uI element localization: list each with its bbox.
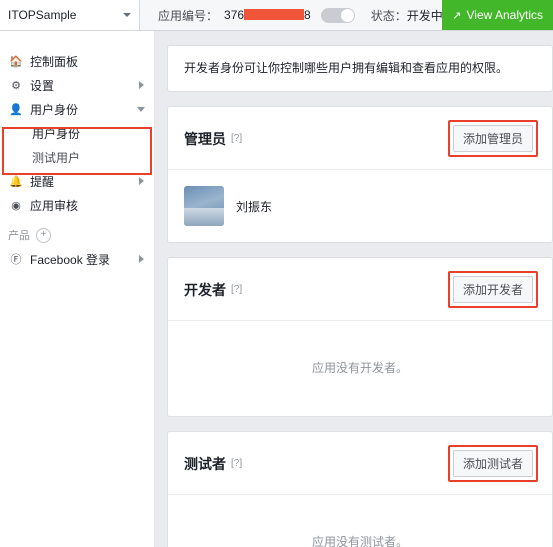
view-analytics-button[interactable]: ↗ View Analytics — [442, 0, 553, 30]
sidebar-item-label: 用户身份 — [30, 102, 79, 117]
app-id: 应用编号： 376 8 — [158, 7, 355, 24]
section-testers-header: 测试者 [?] 添加测试者 — [168, 432, 552, 495]
add-developer-button-wrapper: 添加开发者 — [447, 271, 538, 308]
top-bar: ITOPSample 应用编号： 376 8 状态：开发中 ↗ View Anal… — [0, 0, 553, 31]
section-developers-body: 应用没有开发者。 — [168, 321, 552, 416]
app-selector[interactable]: ITOPSample — [0, 0, 140, 30]
home-icon: 🏠 — [9, 55, 23, 68]
help-icon[interactable]: [?] — [231, 284, 242, 295]
plus-circle-icon[interactable]: + — [36, 227, 51, 243]
sidebar-item-facebook-login[interactable]: Ⓕ Facebook 登录 — [0, 247, 154, 271]
chevron-right-icon — [139, 255, 144, 263]
add-tester-button-wrapper: 添加测试者 — [447, 445, 538, 482]
app-status: 状态：开发中 — [371, 7, 443, 24]
app-mode-toggle[interactable] — [320, 7, 355, 23]
status-label: 状态： — [370, 8, 407, 23]
section-title: 开发者 — [184, 281, 226, 298]
sidebar-subitem-label: 测试用户 — [32, 150, 81, 165]
add-tester-button[interactable]: 添加测试者 — [452, 450, 533, 477]
sidebar-item-roles[interactable]: 👤 用户身份 — [0, 97, 154, 121]
section-admins-header: 管理员 [?] 添加管理员 — [168, 107, 552, 170]
app-id-label: 应用编号： — [158, 8, 219, 23]
sidebar-item-label: 控制面板 — [30, 54, 79, 69]
sidebar-products-label: 产品 — [8, 230, 30, 242]
sidebar-item-label: 设置 — [30, 78, 55, 93]
section-developers: 开发者 [?] 添加开发者 应用没有开发者。 — [167, 257, 553, 417]
add-admin-button-wrapper: 添加管理员 — [447, 120, 538, 157]
bell-icon: 🔔 — [9, 175, 23, 188]
add-developer-button[interactable]: 添加开发者 — [452, 276, 533, 303]
sidebar-item-settings[interactable]: ⚙ 设置 — [0, 73, 154, 97]
sidebar-item-alerts[interactable]: 🔔 提醒 — [0, 169, 154, 193]
help-icon[interactable]: [?] — [231, 133, 242, 144]
sidebar-item-label: 应用审核 — [30, 198, 79, 213]
toggle-knob — [340, 8, 354, 22]
facebook-icon: Ⓕ — [10, 254, 22, 266]
section-title: 测试者 — [184, 455, 226, 472]
main-content: 开发者身份可让你控制哪些用户拥有编辑和查看应用的权限。 管理员 [?] 添加管理… — [155, 31, 553, 547]
sidebar-item-label: 提醒 — [30, 174, 55, 189]
clipboard-icon: ◉ — [11, 199, 21, 212]
avatar — [184, 186, 224, 226]
status-value: 开发中 — [406, 8, 443, 23]
chevron-right-icon — [139, 81, 144, 89]
gear-icon: ⚙ — [11, 79, 21, 92]
section-testers-body: 应用没有测试者。 — [168, 495, 552, 547]
sidebar-subitem-roles[interactable]: 用户身份 — [0, 121, 154, 145]
developers-empty-text: 应用没有开发者。 — [311, 361, 408, 375]
section-title: 管理员 — [184, 130, 226, 147]
arrow-up-right-icon: ↗ — [452, 9, 462, 22]
view-analytics-label: View Analytics — [466, 8, 543, 22]
admin-name: 刘振东 — [236, 199, 273, 214]
chevron-down-icon — [123, 13, 131, 17]
help-icon[interactable]: [?] — [231, 458, 242, 469]
app-id-value: 376 8 — [224, 8, 311, 22]
section-developers-header: 开发者 [?] 添加开发者 — [168, 258, 552, 321]
chevron-right-icon — [139, 177, 144, 185]
sidebar-subitem-test-users[interactable]: 测试用户 — [0, 145, 154, 169]
page-body: 🏠 控制面板 ⚙ 设置 👤 用户身份 用户身份 测试用户 🔔 提醒 ◉ 应用审核 — [0, 31, 553, 547]
redaction-bar — [244, 9, 305, 20]
intro-card: 开发者身份可让你控制哪些用户拥有编辑和查看应用的权限。 — [167, 45, 553, 92]
section-admins: 管理员 [?] 添加管理员 刘振东 — [167, 106, 553, 243]
section-admins-body: 刘振东 — [168, 170, 552, 242]
sidebar-item-label: Facebook 登录 — [30, 252, 111, 267]
admin-list-item[interactable]: 刘振东 — [184, 186, 536, 226]
section-testers: 测试者 [?] 添加测试者 应用没有测试者。 — [167, 431, 553, 547]
intro-text: 开发者身份可让你控制哪些用户拥有编辑和查看应用的权限。 — [184, 61, 509, 75]
sidebar-products-header: 产品 + — [8, 227, 146, 243]
sidebar-item-app-review[interactable]: ◉ 应用审核 — [0, 193, 154, 217]
add-admin-button[interactable]: 添加管理员 — [452, 125, 533, 152]
sidebar: 🏠 控制面板 ⚙ 设置 👤 用户身份 用户身份 测试用户 🔔 提醒 ◉ 应用审核 — [0, 31, 155, 547]
app-selector-label: ITOPSample — [8, 8, 77, 22]
sidebar-item-dashboard[interactable]: 🏠 控制面板 — [0, 49, 154, 73]
chevron-down-icon — [137, 107, 145, 112]
sidebar-subitem-label: 用户身份 — [32, 126, 81, 141]
id-card-icon: 👤 — [9, 103, 23, 116]
testers-empty-text: 应用没有测试者。 — [311, 535, 408, 547]
